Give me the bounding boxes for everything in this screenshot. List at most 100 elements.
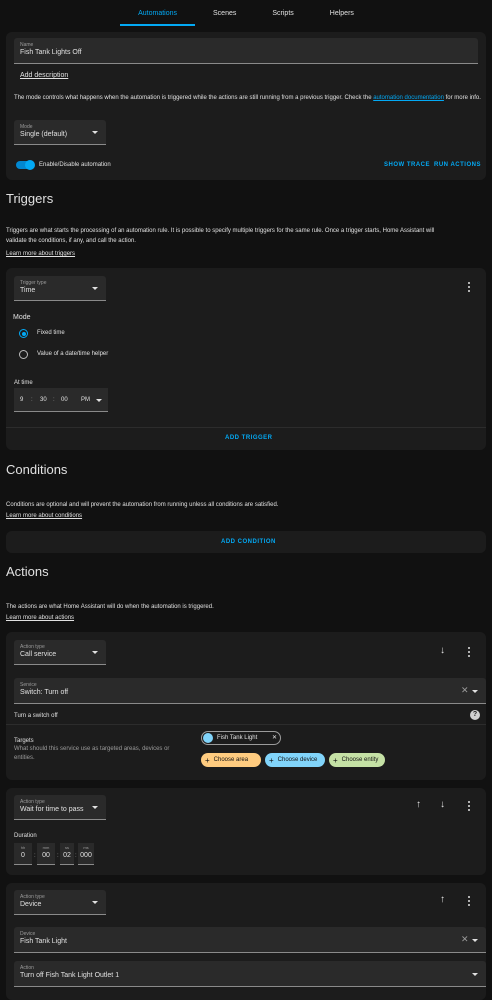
device-value: Fish Tank Light [20,938,67,945]
tab-automations[interactable]: Automations [120,0,195,28]
name-label: Name [20,42,34,48]
minute-value[interactable]: 30 [40,395,47,405]
show-trace-button[interactable]: SHOW TRACE [384,162,430,168]
device-icon [203,733,213,743]
trigger-mode-heading: Mode [13,314,31,321]
fixed-time-radio[interactable] [19,329,28,338]
run-actions-button[interactable]: RUN ACTIONS [434,162,481,168]
name-field[interactable]: Name Fish Tank Lights Off [14,38,478,64]
trigger-type-label: Trigger type [20,280,47,286]
automation-documentation-link[interactable]: automation documentation [373,95,444,101]
top-tabs: Automations Scenes Scripts Helpers [0,0,492,28]
service-value: Switch: Turn off [20,689,69,696]
helper-value-label: Value of a date/time helper [37,351,109,357]
duration-label: Duration [14,833,37,839]
action-type-select[interactable]: Action type Wait for time to pass [14,795,106,820]
trigger-type-select[interactable]: Trigger type Time [14,276,106,301]
milliseconds-input[interactable]: ms 000 [78,843,94,865]
seconds-input[interactable]: ss 02 [60,843,74,865]
time-separator: : [53,397,55,403]
time-input[interactable]: 9 : 30 : 00 PM [14,388,108,412]
device-action-select[interactable]: Action Turn off Fish Tank Light Outlet 1 [14,961,486,987]
add-condition-card: ADD CONDITION [6,531,486,553]
mode-value: Single (default) [20,131,68,138]
action-type-value: Device [20,901,42,908]
chevron-down-icon [472,690,478,693]
divider [6,427,486,428]
choose-area-button[interactable]: + Choose area [201,753,261,767]
learn-more-triggers-link[interactable]: Learn more about triggers [6,249,75,259]
dots-vertical-icon[interactable] [467,282,471,292]
chevron-down-icon [92,806,98,809]
automation-details-card: Name Fish Tank Lights Off Add descriptio… [6,32,486,180]
learn-more-actions-link[interactable]: Learn more about actions [6,613,74,623]
device-action-value: Turn off Fish Tank Light Outlet 1 [20,972,120,979]
plus-icon: + [269,755,274,765]
hour-value[interactable]: 9 [20,395,23,405]
hours-input[interactable]: hh 0 [14,843,32,865]
device-label: Device [20,931,36,937]
action-card-call-service: Action type Call service ↓ Service Switc… [6,632,486,780]
action-type-label: Action type [20,799,45,805]
tab-helpers[interactable]: Helpers [312,0,372,28]
actions-description: The actions are what Home Assistant will… [6,604,214,610]
tab-scripts[interactable]: Scripts [254,0,311,28]
action-type-label: Action type [20,644,45,650]
fixed-time-label: Fixed time [37,330,65,336]
name-value: Fish Tank Lights Off [20,49,82,56]
triggers-description: Triggers are what starts the processing … [6,228,435,244]
action-card-wait: Action type Wait for time to pass ↑ ↓ Du… [6,788,486,875]
help-circle-icon[interactable]: ? [470,710,480,720]
service-select[interactable]: Service Switch: Turn off ✕ [14,678,486,704]
chevron-down-icon [92,901,98,904]
chevron-down-icon [472,973,478,976]
service-label: Service [20,682,37,688]
time-separator: : [57,853,59,859]
divider [6,724,486,725]
action-type-select[interactable]: Action type Call service [14,640,106,665]
add-condition-button[interactable]: ADD CONDITION [221,539,276,545]
choose-entity-button[interactable]: + Choose entity [329,753,385,767]
dots-vertical-icon[interactable] [467,801,471,811]
conditions-description: Conditions are optional and will prevent… [6,502,279,508]
add-description-link[interactable]: Add description [20,71,68,81]
mode-label: Mode [20,124,33,130]
at-time-label: At time [14,380,33,386]
close-icon[interactable]: ✕ [461,686,469,695]
tab-scenes[interactable]: Scenes [195,0,254,28]
target-chip-fish-tank-light[interactable]: Fish Tank Light ✕ [201,731,281,745]
plus-icon: + [333,755,338,765]
arrow-down-icon[interactable]: ↓ [440,800,445,810]
target-chip-label: Fish Tank Light [217,735,258,741]
device-select[interactable]: Device Fish Tank Light ✕ [14,927,486,953]
action-type-label: Action type [20,894,45,900]
enable-label: Enable/Disable automation [39,162,111,168]
ampm-select[interactable]: PM [81,395,90,405]
dots-vertical-icon[interactable] [467,647,471,657]
second-value[interactable]: 00 [61,395,68,405]
device-action-label: Action [20,965,34,971]
service-description: Turn a switch off [14,713,58,719]
targets-description: What should this service use as targeted… [14,746,170,761]
chevron-down-icon [92,651,98,654]
plus-icon: + [205,755,210,765]
add-trigger-button[interactable]: ADD TRIGGER [225,435,273,441]
trigger-type-value: Time [20,287,36,294]
arrow-up-icon[interactable]: ↑ [416,800,421,810]
close-icon[interactable]: ✕ [461,935,469,944]
choose-device-button[interactable]: + Choose device [265,753,325,767]
learn-more-conditions-link[interactable]: Learn more about conditions [6,511,82,521]
arrow-up-icon[interactable]: ↑ [440,895,445,905]
actions-heading: Actions [6,564,49,579]
enable-toggle[interactable] [16,160,35,170]
arrow-down-icon[interactable]: ↓ [440,646,445,656]
mode-select[interactable]: Mode Single (default) [14,120,106,145]
close-icon[interactable]: ✕ [272,733,277,743]
dots-vertical-icon[interactable] [467,896,471,906]
conditions-heading: Conditions [6,462,68,477]
action-type-select[interactable]: Action type Device [14,890,106,915]
minutes-input[interactable]: mm 00 [37,843,55,865]
toggle-knob [25,160,35,170]
helper-value-radio[interactable] [19,350,28,359]
trigger-card: Trigger type Time Mode Fixed time Value … [6,268,486,450]
